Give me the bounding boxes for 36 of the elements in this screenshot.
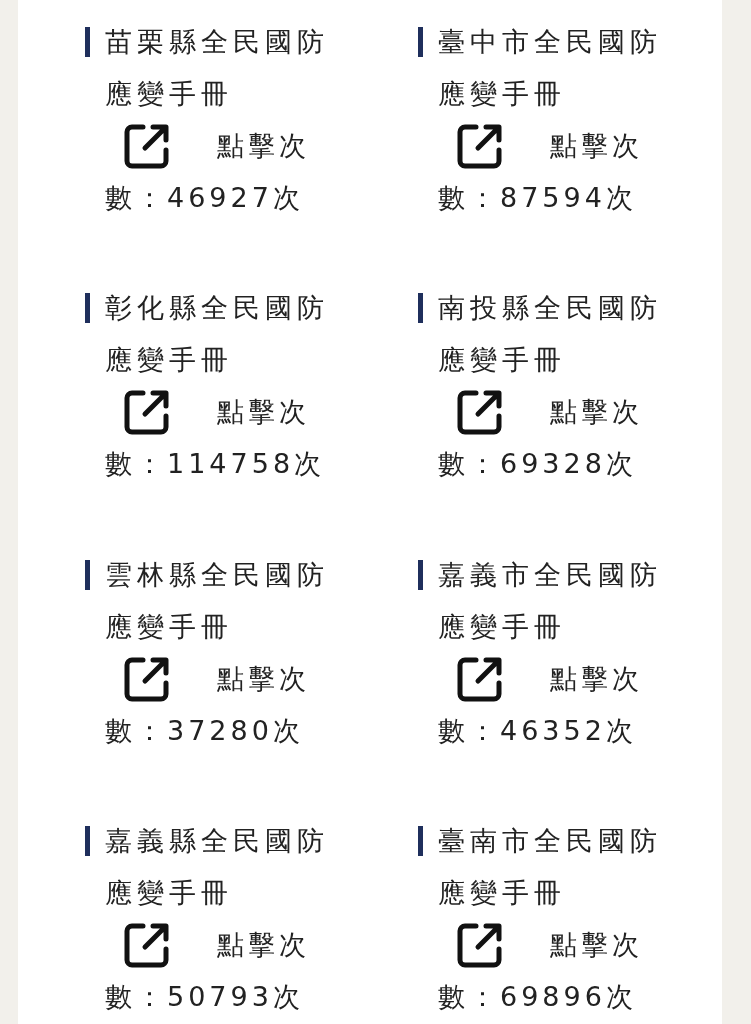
external-link-icon[interactable] bbox=[123, 122, 171, 170]
click-count-label: 點擊次 bbox=[217, 927, 310, 962]
click-count-label: 點擊次 bbox=[217, 129, 310, 163]
card-title: 嘉義縣全民國防應變手冊 bbox=[105, 823, 330, 910]
accent-bar bbox=[85, 559, 90, 590]
accent-bar bbox=[418, 27, 423, 57]
click-count-label: 點擊次 bbox=[550, 927, 643, 962]
click-count-label: 點擊次 bbox=[550, 661, 643, 696]
card-title: 臺中市全民國防應變手冊 bbox=[438, 25, 663, 111]
card-title: 南投縣全民國防應變手冊 bbox=[438, 291, 663, 378]
accent-bar bbox=[85, 825, 90, 856]
click-count-label: 點擊次 bbox=[217, 661, 310, 696]
click-count: 數：69328次 bbox=[438, 448, 637, 480]
card-title: 臺南市全民國防應變手冊 bbox=[438, 823, 663, 910]
click-count: 數：46927次 bbox=[105, 182, 304, 213]
click-count-label: 點擊次 bbox=[550, 395, 643, 430]
click-count: 數：37280次 bbox=[105, 714, 304, 746]
accent-bar bbox=[418, 825, 423, 856]
accent-bar bbox=[85, 27, 90, 57]
card-title: 嘉義市全民國防應變手冊 bbox=[438, 557, 663, 644]
accent-bar bbox=[418, 559, 423, 590]
external-link-icon[interactable] bbox=[456, 388, 504, 437]
accent-bar bbox=[85, 293, 90, 324]
click-count-label: 點擊次 bbox=[550, 129, 643, 163]
click-count: 數：46352次 bbox=[438, 714, 637, 746]
click-count: 數：87594次 bbox=[438, 182, 637, 213]
card-title: 雲林縣全民國防應變手冊 bbox=[105, 557, 330, 644]
external-link-icon[interactable] bbox=[123, 388, 171, 437]
card-title: 彰化縣全民國防應變手冊 bbox=[105, 291, 330, 378]
click-count: 數：114758次 bbox=[105, 448, 326, 480]
click-count: 數：69896次 bbox=[438, 980, 637, 1012]
accent-bar bbox=[418, 293, 423, 324]
external-link-icon[interactable] bbox=[456, 122, 504, 170]
click-count: 數：50793次 bbox=[105, 980, 304, 1012]
click-count-label: 點擊次 bbox=[217, 395, 310, 430]
card-title: 苗栗縣全民國防應變手冊 bbox=[105, 25, 330, 111]
